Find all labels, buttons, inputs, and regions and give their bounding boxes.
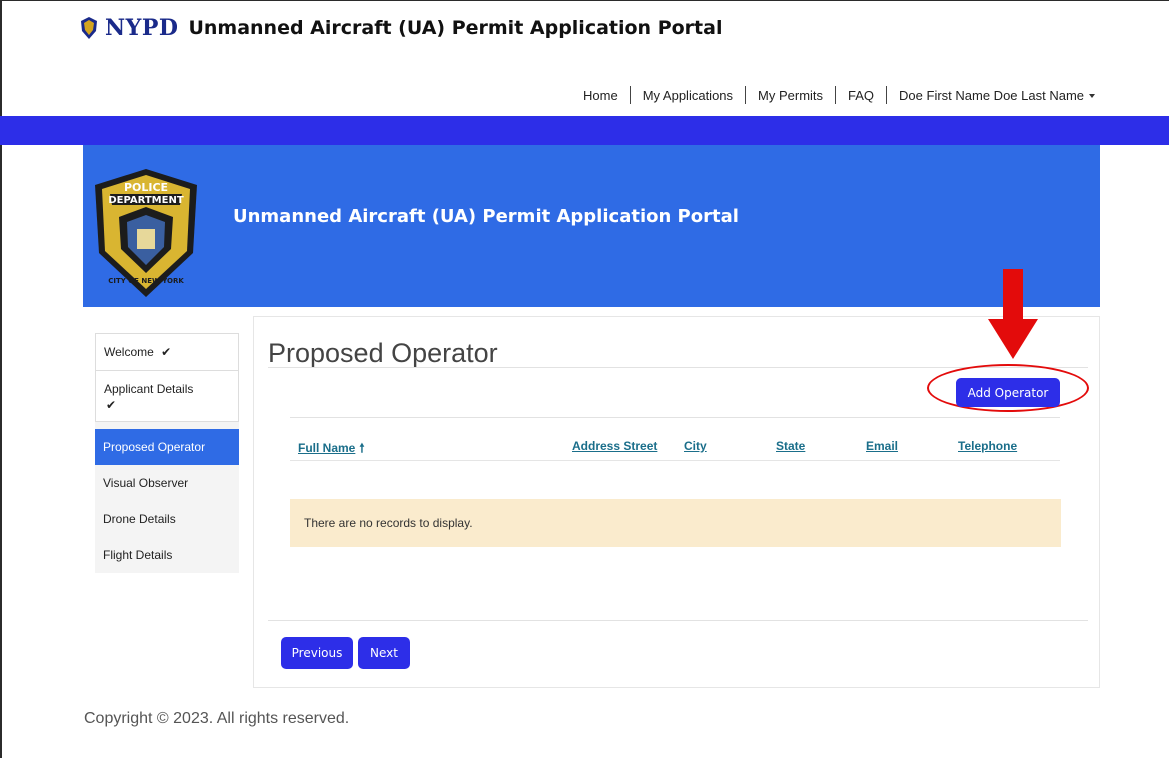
badge-police-text: POLICE (124, 181, 168, 194)
top-nav: Home My Applications My Permits FAQ Doe … (571, 86, 1107, 104)
column-header-email[interactable]: Email (866, 439, 898, 453)
main-panel: Proposed Operator Add Operator Full Name… (253, 269, 1100, 688)
hero-title: Unmanned Aircraft (UA) Permit Applicatio… (233, 206, 739, 227)
sort-ascending-icon: 🠕 (359, 441, 365, 455)
top-blue-bar (0, 116, 1169, 145)
badge-city-text: CITY OF NEW YORK (108, 277, 184, 285)
sidebar-item-label: Applicant Details (104, 382, 194, 396)
sidebar-item-welcome[interactable]: Welcome ✔ (95, 333, 239, 370)
next-button[interactable]: Next (358, 637, 410, 669)
sidebar-item-label: Welcome (104, 345, 154, 359)
police-department-badge-icon: POLICE DEPARTMENT CITY OF NEW YORK (95, 169, 197, 297)
site-title: Unmanned Aircraft (UA) Permit Applicatio… (188, 17, 723, 39)
left-border (0, 0, 2, 758)
column-header-telephone[interactable]: Telephone (958, 439, 1017, 453)
nav-my-permits-link[interactable]: My Permits (746, 88, 835, 103)
column-header-full-name[interactable]: Full Name 🠕 (298, 439, 365, 460)
user-menu-dropdown[interactable]: Doe First Name Doe Last Name (887, 88, 1107, 103)
divider (290, 417, 1060, 418)
sidebar-item-flight-details[interactable]: Flight Details (95, 537, 239, 573)
sidebar-item-drone-details[interactable]: Drone Details (95, 501, 239, 537)
checkmark-icon: ✔ (106, 398, 117, 412)
nav-home-link[interactable]: Home (571, 88, 630, 103)
checkmark-icon: ✔ (161, 345, 172, 359)
badge-department-text: DEPARTMENT (108, 195, 184, 206)
user-name: Doe First Name Doe Last Name (899, 87, 1084, 103)
red-arrow-down-icon (988, 269, 1038, 359)
divider (268, 620, 1088, 621)
add-operator-button[interactable]: Add Operator (956, 378, 1060, 407)
top-border (0, 0, 1169, 1)
empty-records-row: There are no records to display. (290, 499, 1061, 547)
column-header-city[interactable]: City (684, 439, 707, 453)
page-title: Proposed Operator (268, 338, 498, 368)
caret-down-icon (1089, 94, 1095, 99)
nypd-badge-icon (81, 17, 97, 39)
table-header: Full Name 🠕 Address Street City State Ema… (290, 435, 1060, 461)
sidebar-item-visual-observer[interactable]: Visual Observer (95, 465, 239, 501)
column-header-state[interactable]: State (776, 439, 805, 453)
sidebar-item-applicant-details[interactable]: Applicant Details ✔ (95, 370, 239, 422)
previous-button[interactable]: Previous (281, 637, 353, 669)
copyright-text: Copyright © 2023. All rights reserved. (84, 710, 350, 727)
nypd-logo-text: NYPD (105, 15, 179, 41)
column-header-address-street[interactable]: Address Street (572, 439, 657, 453)
brand-header[interactable]: NYPD Unmanned Aircraft (UA) Permit Appli… (79, 16, 722, 40)
sidebar-item-proposed-operator[interactable]: Proposed Operator (95, 429, 239, 465)
wizard-sidebar: Welcome ✔ Applicant Details ✔ Proposed O… (95, 333, 239, 573)
hero-banner: POLICE DEPARTMENT CITY OF NEW YORK Unman… (83, 145, 1100, 307)
nav-faq-link[interactable]: FAQ (836, 88, 886, 103)
nav-my-applications-link[interactable]: My Applications (631, 88, 745, 103)
empty-message: There are no records to display. (304, 516, 473, 530)
column-label: Full Name (298, 441, 356, 455)
